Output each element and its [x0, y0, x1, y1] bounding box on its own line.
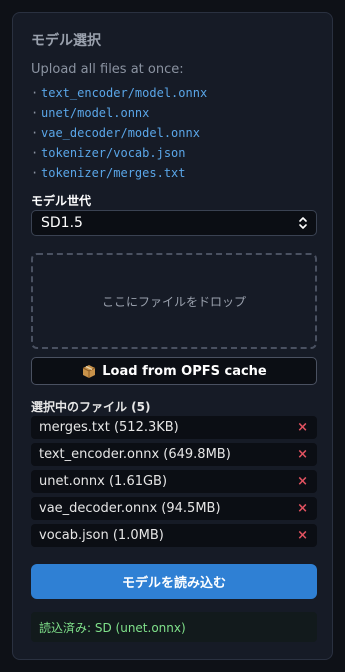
- model-generation-label: モデル世代: [31, 194, 92, 208]
- selected-file-name: vae_decoder.onnx (94.5MB): [39, 501, 221, 516]
- bullet-icon: ·: [31, 166, 39, 180]
- required-file-item: · tokenizer/merges.txt: [31, 163, 207, 183]
- selected-file-item: merges.txt (512.3KB) ×: [31, 416, 317, 439]
- load-model-button[interactable]: モデルを読み込む: [31, 564, 317, 599]
- model-generation-select[interactable]: SD1.5: [31, 210, 317, 236]
- selected-file-list: merges.txt (512.3KB) × text_encoder.onnx…: [31, 416, 317, 551]
- remove-file-icon[interactable]: ×: [297, 474, 308, 489]
- remove-file-icon[interactable]: ×: [297, 447, 308, 462]
- model-select-panel: モデル選択 Upload all files at once: · text_en…: [12, 12, 333, 660]
- required-file-item: · text_encoder/model.onnx: [31, 83, 207, 103]
- chevron-up-down-icon: [299, 217, 307, 229]
- file-dropzone[interactable]: ここにファイルをドロップ: [31, 253, 317, 349]
- bullet-icon: ·: [31, 146, 39, 160]
- bullet-icon: ·: [31, 86, 39, 100]
- model-generation-value: SD1.5: [41, 215, 83, 231]
- required-file-path: text_encoder/model.onnx: [41, 86, 208, 100]
- remove-file-icon[interactable]: ×: [297, 501, 308, 516]
- required-file-path: tokenizer/merges.txt: [41, 166, 186, 180]
- bullet-icon: ·: [31, 126, 39, 140]
- selected-file-name: vocab.json (1.0MB): [39, 528, 164, 543]
- load-status: 読込済み: SD (unet.onnx): [31, 612, 317, 642]
- required-file-item: · vae_decoder/model.onnx: [31, 123, 207, 143]
- required-file-path: tokenizer/vocab.json: [41, 146, 186, 160]
- bullet-icon: ·: [31, 106, 39, 120]
- required-file-item: · tokenizer/vocab.json: [31, 143, 207, 163]
- load-opfs-cache-button[interactable]: Load from OPFS cache: [31, 357, 317, 385]
- panel-title: モデル選択: [31, 33, 101, 49]
- selected-files-label: 選択中のファイル (5): [31, 400, 151, 414]
- package-icon: [83, 365, 96, 378]
- required-file-path: vae_decoder/model.onnx: [41, 126, 200, 140]
- selected-file-item: vocab.json (1.0MB) ×: [31, 524, 317, 547]
- remove-file-icon[interactable]: ×: [297, 528, 308, 543]
- selected-file-name: text_encoder.onnx (649.8MB): [39, 447, 231, 462]
- selected-file-item: vae_decoder.onnx (94.5MB) ×: [31, 497, 317, 520]
- opfs-button-label: Load from OPFS cache: [102, 363, 267, 379]
- required-file-path: unet/model.onnx: [41, 106, 150, 120]
- upload-hint: Upload all files at once:: [31, 62, 184, 77]
- selected-file-name: merges.txt (512.3KB): [39, 420, 179, 435]
- remove-file-icon[interactable]: ×: [297, 420, 308, 435]
- selected-file-item: text_encoder.onnx (649.8MB) ×: [31, 443, 317, 466]
- selected-file-item: unet.onnx (1.61GB) ×: [31, 470, 317, 493]
- required-file-item: · unet/model.onnx: [31, 103, 207, 123]
- dropzone-text: ここにファイルをドロップ: [101, 294, 246, 309]
- required-file-list: · text_encoder/model.onnx · unet/model.onn…: [31, 83, 207, 183]
- selected-file-name: unet.onnx (1.61GB): [39, 474, 168, 489]
